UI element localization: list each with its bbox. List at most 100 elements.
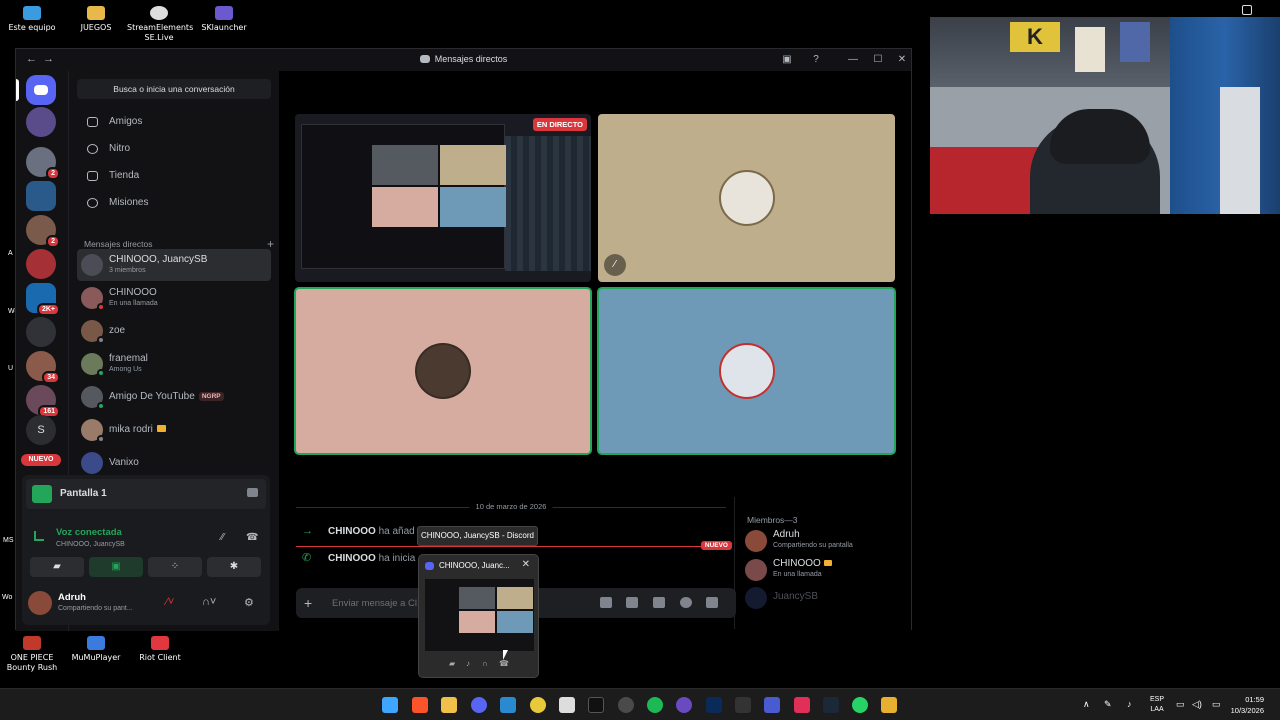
dm-section-header: Mensajes directos + [84, 237, 274, 251]
avatar[interactable] [28, 591, 52, 615]
desktop-icon-streamelements[interactable]: StreamElements SE.Live [127, 6, 193, 43]
preview-mic-icon[interactable]: ♪ [466, 659, 470, 668]
file-explorer-icon[interactable] [441, 697, 457, 713]
stream-tile[interactable]: EN DIRECTO [295, 114, 591, 282]
server-icon[interactable] [26, 249, 56, 279]
server-icon[interactable] [26, 107, 56, 137]
app-icon[interactable] [764, 697, 780, 713]
sticker-icon[interactable] [653, 597, 665, 608]
share-screen-button[interactable]: ▣ [89, 557, 143, 577]
steam-icon[interactable] [823, 697, 839, 713]
desktop-icon-sklauncher[interactable]: SKlauncher [192, 6, 256, 33]
search-conversation-button[interactable]: Busca o inicia una conversación [77, 79, 271, 99]
server-icon[interactable]: 161 [26, 385, 60, 418]
webcam-overlay: K [930, 17, 1280, 214]
tray-chevron-icon[interactable]: ∧ [1083, 699, 1090, 710]
apps-icon[interactable] [706, 597, 718, 608]
activities-button[interactable]: ⁘ [148, 557, 202, 577]
notification-icon[interactable] [1242, 5, 1252, 15]
network-icon[interactable]: ▭ [1176, 699, 1185, 710]
desktop-icon-este-equipo[interactable]: Este equipo [0, 6, 64, 33]
dm-item[interactable]: CHINOOO En una llamada [77, 282, 271, 314]
capcut-icon[interactable] [559, 697, 575, 713]
preview-disconnect-icon[interactable]: ☎ [499, 659, 509, 668]
member-item[interactable]: Adruh Compartiendo su pantalla [745, 527, 905, 555]
tray-mic-icon[interactable]: ♪ [1127, 699, 1132, 709]
attach-plus-icon[interactable]: + [304, 595, 312, 611]
minimize-button[interactable]: — [846, 53, 860, 67]
discord-home-button[interactable] [26, 75, 56, 105]
shop-icon [87, 171, 98, 181]
settings-gear-icon[interactable]: ⚙ [244, 596, 254, 609]
whatsapp-icon[interactable] [852, 697, 868, 713]
gift-icon[interactable] [600, 597, 612, 608]
windows-start-icon[interactable] [382, 697, 398, 713]
server-icon-s[interactable]: S [26, 415, 56, 445]
avatar [745, 587, 767, 609]
nav-quests[interactable]: Misiones [77, 191, 271, 215]
voice-panel: Pantalla 1 Voz conectada CHINOOO, Juancy… [22, 475, 270, 625]
dm-item[interactable]: zoe [77, 315, 271, 347]
emoji-icon[interactable] [680, 597, 692, 608]
server-icon[interactable] [26, 181, 56, 211]
tiktok-icon[interactable] [588, 697, 604, 713]
maximize-button[interactable]: ☐ [871, 53, 885, 67]
member-item[interactable]: CHINOOO En una llamada [745, 556, 905, 584]
preview-camera-icon[interactable]: ▰ [449, 659, 455, 668]
desktop-icon-juegos[interactable]: JUEGOS [64, 6, 128, 33]
chrome-icon[interactable] [618, 697, 634, 713]
dm-item[interactable]: mika rodri [77, 414, 271, 446]
one-piece-icon [23, 636, 41, 650]
preview-headset-icon[interactable]: ∩ [482, 659, 488, 668]
desktop-icon-mumuplayer[interactable]: MuMuPlayer [64, 636, 128, 663]
nav-shop[interactable]: Tienda [77, 164, 271, 188]
mute-mic-icon[interactable]: ⁄˅ [166, 596, 174, 608]
gif-icon[interactable] [626, 597, 638, 608]
app-icon[interactable] [530, 697, 546, 713]
battery-icon[interactable]: ▭ [1212, 699, 1221, 710]
member-item[interactable]: JuancySB [745, 584, 905, 612]
stop-share-icon[interactable] [247, 488, 258, 497]
tiktok-live-icon[interactable] [794, 697, 810, 713]
soundboard-button[interactable]: ✱ [207, 557, 261, 577]
nav-nitro[interactable]: Nitro [77, 137, 271, 161]
server-icon[interactable]: 34 [26, 351, 60, 384]
server-icon[interactable]: 2K+ [26, 283, 60, 316]
noise-suppression-icon[interactable]: ⁄⁄ [221, 532, 233, 543]
app-icon[interactable] [735, 697, 751, 713]
photos-icon[interactable] [500, 697, 516, 713]
server-icon[interactable] [26, 317, 56, 347]
new-messages-badge: NUEVO [700, 541, 732, 550]
inbox-icon[interactable]: ▣ [780, 53, 794, 67]
dm-item[interactable]: Amigo De YouTube NGRP [77, 381, 271, 413]
participant-tile[interactable]: ⁄ [598, 114, 895, 282]
server-icon[interactable]: 2 [26, 147, 60, 180]
avatar [81, 452, 103, 474]
desktop-icon-one-piece[interactable]: ONE PIECE Bounty Rush [0, 636, 64, 673]
headset-icon[interactable]: ∩˅ [202, 596, 216, 608]
disconnect-icon[interactable]: ☎ [246, 532, 258, 543]
spotify-icon[interactable] [647, 697, 663, 713]
desktop-icon-riot-client[interactable]: Riot Client [128, 636, 192, 663]
language-indicator[interactable]: ESP LAA [1150, 695, 1164, 715]
obs-icon[interactable] [676, 697, 692, 713]
photoshop-icon[interactable] [706, 697, 722, 713]
volume-icon[interactable]: ◁) [1192, 699, 1202, 710]
dm-item[interactable]: franemal Among Us [77, 348, 271, 380]
participant-tile[interactable] [597, 287, 896, 455]
close-preview-icon[interactable]: ✕ [522, 559, 530, 570]
help-icon[interactable]: ? [809, 53, 823, 67]
discord-taskbar-icon[interactable] [471, 697, 487, 713]
taskbar-window-preview[interactable]: CHINOOO, Juanc... ✕ ▰ ♪ ∩ ☎ [418, 554, 539, 678]
close-button[interactable]: ✕ [895, 53, 909, 67]
tray-app-icon[interactable]: ✎ [1104, 699, 1112, 710]
server-icon[interactable]: 2 [26, 215, 60, 248]
clock[interactable]: 01:59 10/3/2026 [1231, 694, 1264, 716]
nav-friends[interactable]: Amigos [77, 110, 271, 134]
camera-off-button[interactable]: ▰ [30, 557, 84, 577]
participant-avatar [415, 343, 471, 399]
dm-item[interactable]: CHINOOO, JuancySB 3 miembros [77, 249, 271, 281]
participant-tile[interactable] [294, 287, 592, 455]
app-icon[interactable] [881, 697, 897, 713]
brave-icon[interactable] [412, 697, 428, 713]
